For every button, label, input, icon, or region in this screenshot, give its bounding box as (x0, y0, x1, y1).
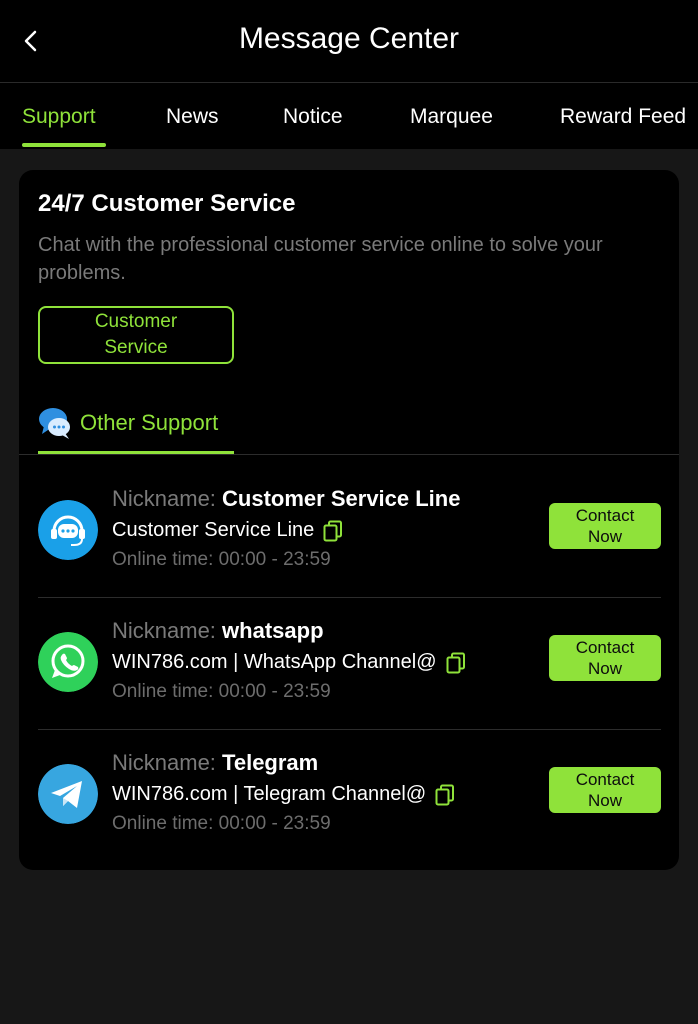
contact-now-button[interactable]: Contact Now (549, 767, 661, 813)
contact-now-button[interactable]: Contact Now (549, 635, 661, 681)
active-tab-indicator (22, 143, 106, 147)
tab-news[interactable]: News (166, 105, 219, 129)
account-line: Customer Service Line (112, 519, 343, 542)
account-text: WIN786.com | WhatsApp Channel@ (112, 651, 437, 673)
support-card: 24/7 Customer Service Chat with the prof… (19, 170, 679, 870)
other-support-label: Other Support (80, 410, 219, 435)
account-text: WIN786.com | Telegram Channel@ (112, 783, 427, 805)
contact-now-label: Contact Now (575, 638, 635, 678)
customer-service-button-label: Customer Service (94, 311, 178, 358)
support-channel-row: Nickname: Telegram WIN786.com | Telegram… (38, 730, 661, 862)
tab-support[interactable]: Support (22, 105, 96, 129)
whatsapp-icon (38, 632, 98, 692)
chat-bubbles-icon (39, 408, 70, 439)
nickname-prefix: Nickname: (112, 618, 223, 643)
online-time: Online time: 00:00 - 23:59 (112, 813, 331, 834)
copy-icon[interactable] (435, 784, 455, 806)
nickname: Nickname: Telegram (112, 750, 318, 776)
customer-service-title: 24/7 Customer Service (38, 190, 296, 217)
contact-now-label: Contact Now (575, 770, 635, 810)
account-line: WIN786.com | WhatsApp Channel@ (112, 651, 466, 674)
telegram-icon (38, 764, 98, 824)
support-channel-row: Nickname: Customer Service Line Customer… (38, 466, 661, 598)
tab-bar: Support News Notice Marquee Reward Feed (0, 83, 698, 149)
page-title: Message Center (238, 22, 460, 55)
nickname: Nickname: Customer Service Line (112, 486, 460, 512)
copy-icon[interactable] (446, 652, 466, 674)
customer-service-button[interactable]: Customer Service (38, 306, 234, 364)
nickname-value: Telegram (222, 750, 319, 775)
contact-now-button[interactable]: Contact Now (549, 503, 661, 549)
header: Message Center (0, 0, 698, 83)
support-channel-row: Nickname: whatsapp WIN786.com | WhatsApp… (38, 598, 661, 730)
copy-icon[interactable] (323, 520, 343, 542)
account-text: Customer Service Line (112, 519, 315, 541)
nickname: Nickname: whatsapp (112, 618, 324, 644)
tab-reward-feed[interactable]: Reward Feed (560, 105, 686, 129)
nickname-prefix: Nickname: (112, 486, 223, 511)
account-line: WIN786.com | Telegram Channel@ (112, 783, 455, 806)
online-time: Online time: 00:00 - 23:59 (112, 681, 331, 702)
nickname-value: Customer Service Line (222, 486, 461, 511)
contact-now-label: Contact Now (575, 506, 635, 546)
tab-marquee[interactable]: Marquee (410, 105, 493, 129)
tab-notice[interactable]: Notice (283, 105, 343, 129)
headset-icon (38, 500, 98, 560)
divider (19, 454, 679, 455)
online-time: Online time: 00:00 - 23:59 (112, 549, 331, 570)
nickname-prefix: Nickname: (112, 750, 223, 775)
customer-service-description: Chat with the professional customer serv… (38, 234, 603, 284)
nickname-value: whatsapp (222, 618, 324, 643)
